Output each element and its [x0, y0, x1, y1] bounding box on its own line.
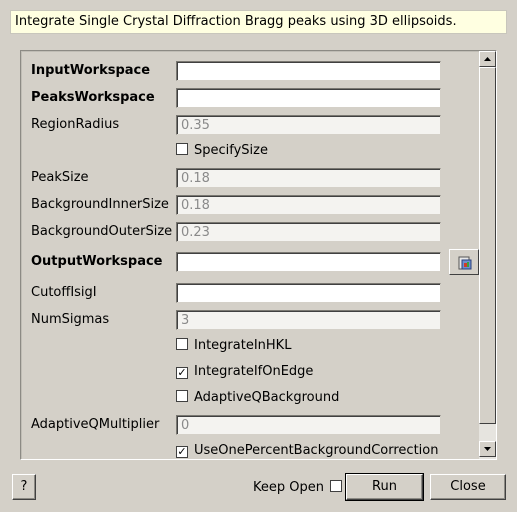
browse-workspace-button[interactable]: [449, 249, 479, 275]
arrow-up-icon: [484, 57, 491, 61]
region-radius-field[interactable]: [176, 115, 441, 135]
cutoff-isigi-field[interactable]: [176, 283, 441, 303]
folder-icon: [458, 256, 472, 270]
properties-panel: InputWorkspace PeaksWorkspace RegionRadi…: [20, 50, 497, 460]
checkbox-box[interactable]: [176, 338, 188, 350]
input-workspace-label: InputWorkspace: [31, 63, 151, 78]
specify-size-label: SpecifySize: [194, 143, 268, 158]
algorithm-description: Integrate Single Crystal Diffraction Bra…: [10, 10, 507, 34]
cutoff-isigi-label: CutoffIsigI: [31, 285, 97, 300]
checkbox-checked[interactable]: ✓: [176, 446, 188, 458]
checkbox-box[interactable]: [176, 143, 188, 155]
vertical-scrollbar[interactable]: [479, 51, 496, 459]
help-button[interactable]: ?: [12, 474, 36, 500]
run-button[interactable]: Run: [345, 473, 424, 501]
checkbox-box[interactable]: [329, 480, 342, 492]
integrate-in-hkl-label: IntegrateInHKL: [194, 338, 292, 353]
num-sigmas-label: NumSigmas: [31, 312, 110, 327]
keep-open-checkbox[interactable]: Keep Open: [253, 479, 342, 497]
scroll-up-button[interactable]: [479, 51, 496, 67]
output-workspace-label: OutputWorkspace: [31, 254, 163, 269]
adaptive-q-multiplier-field[interactable]: [176, 415, 441, 435]
integrate-if-on-edge-label: IntegrateIfOnEdge: [194, 364, 314, 379]
output-workspace-field[interactable]: [176, 252, 441, 272]
specify-size-checkbox[interactable]: SpecifySize: [176, 142, 268, 160]
checkbox-checked[interactable]: ✓: [176, 367, 188, 379]
input-workspace-field[interactable]: [176, 61, 441, 81]
peak-size-label: PeakSize: [31, 170, 89, 185]
close-button[interactable]: Close: [430, 474, 506, 500]
integrate-in-hkl-checkbox[interactable]: IntegrateInHKL: [176, 337, 291, 355]
region-radius-label: RegionRadius: [31, 117, 120, 132]
use-one-percent-background-correction-label: UseOnePercentBackgroundCorrection: [194, 443, 439, 458]
adaptive-q-multiplier-label: AdaptiveQMultiplier: [31, 417, 160, 432]
scroll-thumb[interactable]: [479, 67, 496, 424]
integrate-if-on-edge-checkbox[interactable]: ✓ IntegrateIfOnEdge: [176, 363, 313, 381]
scroll-down-button[interactable]: [479, 441, 496, 457]
use-one-percent-background-correction-checkbox[interactable]: ✓ UseOnePercentBackgroundCorrection: [176, 442, 439, 459]
num-sigmas-field[interactable]: [176, 310, 441, 330]
background-outer-size-label: BackgroundOuterSize: [31, 224, 173, 239]
background-inner-size-field[interactable]: [176, 195, 441, 215]
adaptive-q-background-checkbox[interactable]: AdaptiveQBackground: [176, 389, 339, 407]
checkbox-box[interactable]: [176, 390, 188, 402]
peak-size-field[interactable]: [176, 168, 441, 188]
keep-open-label: Keep Open: [253, 480, 324, 495]
peaks-workspace-field[interactable]: [176, 88, 441, 108]
adaptive-q-background-label: AdaptiveQBackground: [194, 390, 340, 405]
arrow-down-icon: [484, 447, 491, 451]
peaks-workspace-label: PeaksWorkspace: [31, 90, 155, 105]
background-outer-size-field[interactable]: [176, 222, 441, 242]
background-inner-size-label: BackgroundInnerSize: [31, 197, 169, 212]
